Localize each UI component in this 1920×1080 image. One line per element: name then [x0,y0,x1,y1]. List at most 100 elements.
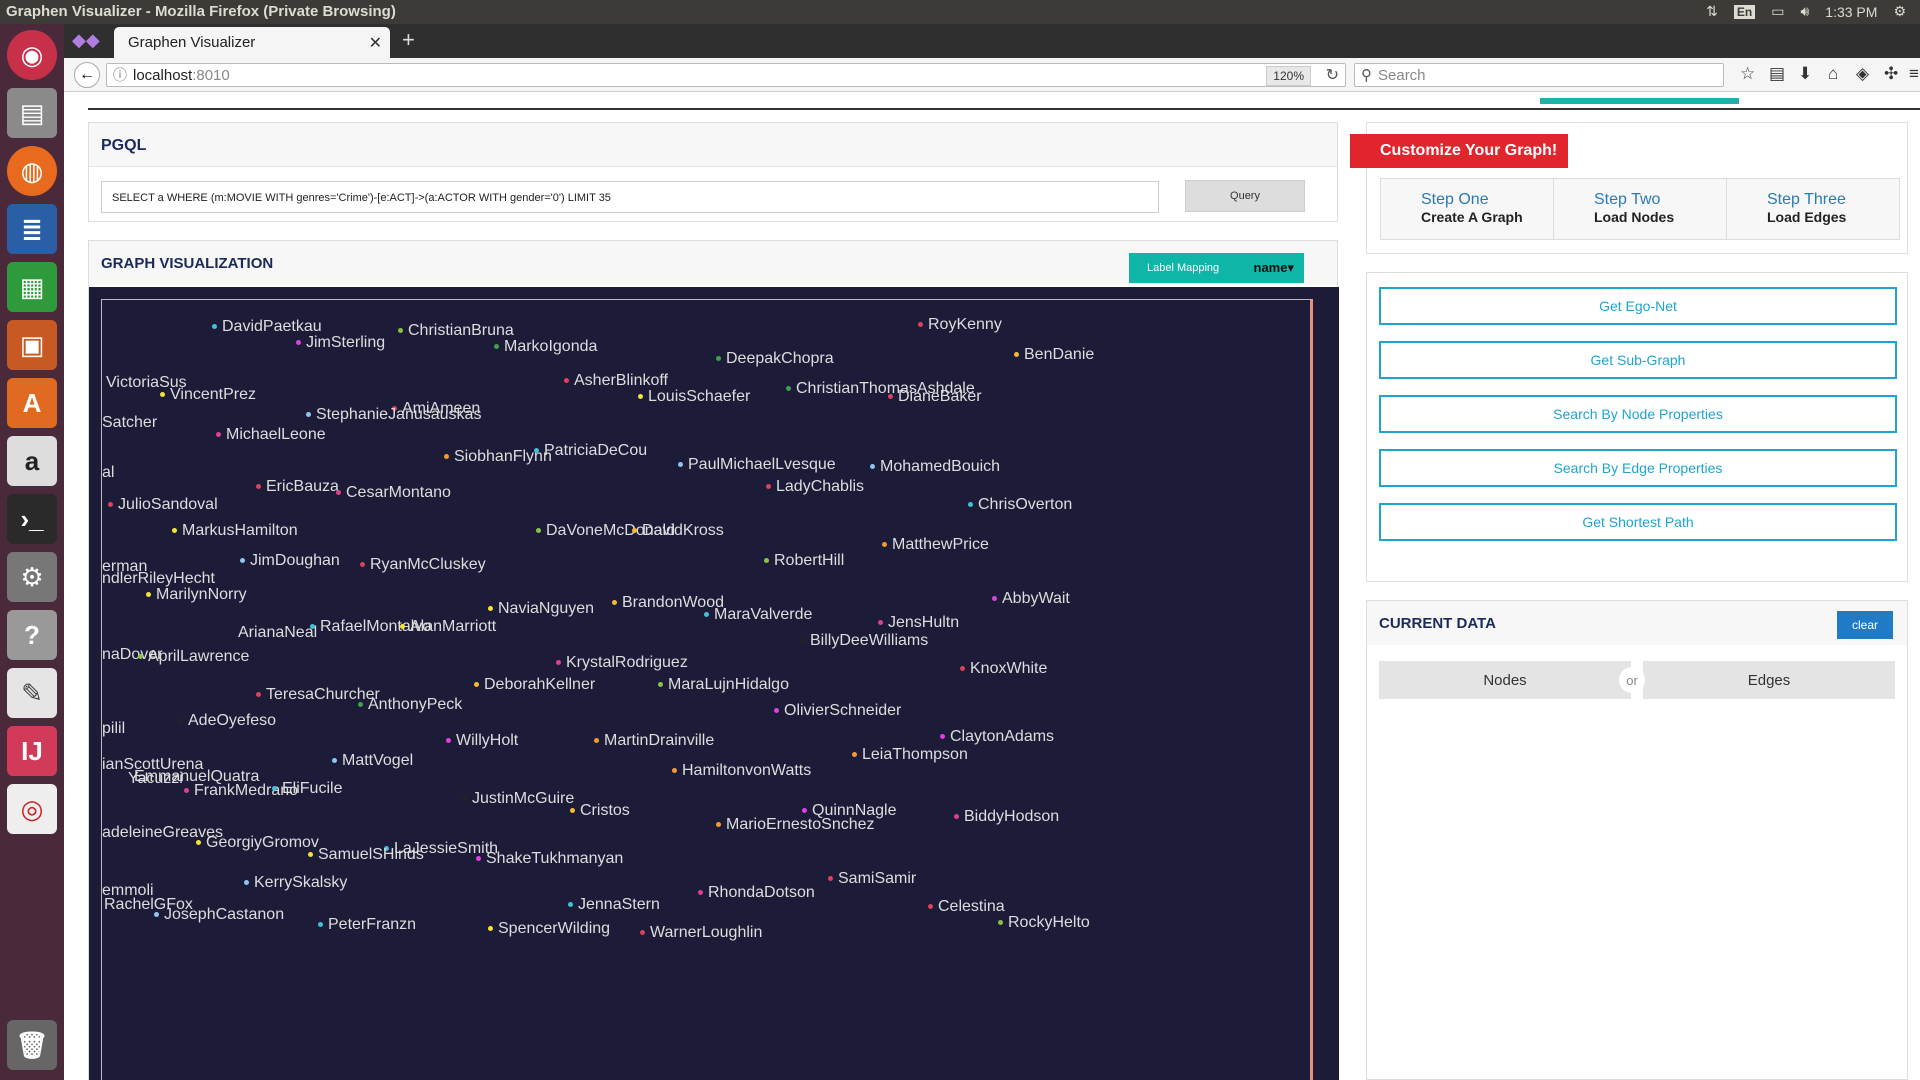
query-button[interactable]: Query [1185,180,1305,212]
graph-node[interactable]: MarilynNorry [146,586,247,604]
graph-node[interactable]: LadyChablis [766,478,864,496]
graph-node[interactable]: MarkoIgonda [494,338,597,356]
graph-node-dot[interactable] [308,852,313,858]
graph-node[interactable]: ShakeTukhmanyan [476,850,623,868]
graph-node[interactable]: pilil [102,720,125,738]
get-sub-graph-button[interactable]: Get Sub-Graph [1379,341,1897,379]
ubuntu-dash-icon[interactable]: ◉ [7,30,57,80]
home-icon[interactable]: ⌂ [1828,64,1838,84]
graph-node-dot[interactable] [556,660,561,666]
download-icon[interactable]: ⬇ [1798,64,1812,84]
graph-node-dot[interactable] [462,796,467,802]
graph-node-dot[interactable] [998,920,1003,926]
graph-node-dot[interactable] [310,624,315,630]
graph-node[interactable]: KnoxWhite [960,660,1047,678]
graph-node-dot[interactable] [336,490,341,496]
graph-node[interactable]: SamuelSHinds [308,846,424,864]
graph-node-dot[interactable] [488,606,493,612]
graph-node[interactable]: BenDanie [1014,346,1094,364]
graph-node-dot[interactable] [968,502,973,508]
graph-node-dot[interactable] [698,890,703,896]
graph-node-dot[interactable] [828,876,833,882]
graph-node[interactable]: Cristos [570,802,630,820]
clock[interactable]: 1:33 PM [1825,4,1877,20]
pgql-query-input[interactable]: SELECT a WHERE (m:MOVIE WITH genres='Cri… [101,181,1159,213]
graph-node[interactable]: MartinDrainville [594,732,714,750]
graph-node-dot[interactable] [960,666,965,672]
graph-node-dot[interactable] [992,596,997,602]
get-shortest-path-button[interactable]: Get Shortest Path [1379,503,1897,541]
graph-node[interactable]: MattVogel [332,752,413,770]
graph-node[interactable]: GeorgiyGromov [196,834,319,852]
graph-node[interactable]: StephanieJanusauskas [306,406,481,424]
graph-node[interactable]: BiddyHodson [954,808,1059,826]
graph-node[interactable]: HamiltonvonWatts [672,762,811,780]
graph-node-dot[interactable] [800,638,805,644]
graph-node[interactable]: RyanMcCluskey [360,556,486,574]
graph-node-dot[interactable] [640,930,645,936]
graph-node-dot[interactable] [704,612,709,618]
graph-node-dot[interactable] [272,786,277,792]
graph-node[interactable]: al [102,464,114,482]
graph-node[interactable]: JustinMcGuire [462,790,574,808]
step-two[interactable]: Step Two Load Nodes [1554,179,1727,239]
graph-canvas[interactable]: DavidPaetkau JimSterling ChristianBruna Mar… [89,287,1339,1080]
system-settings-icon[interactable]: ⚙ [7,552,57,602]
get-ego-net-button[interactable]: Get Ego-Net [1379,287,1897,325]
graph-node-dot[interactable] [954,814,959,820]
graph-frame[interactable]: DavidPaetkau JimSterling ChristianBruna Mar… [101,299,1313,1080]
battery-icon[interactable]: ▭ [1771,3,1784,20]
graph-node[interactable]: SpencerWilding [488,920,610,938]
graph-node-dot[interactable] [594,738,599,744]
graph-node[interactable]: CesarMontano [336,484,451,502]
intellij-icon[interactable]: IJ [7,726,57,776]
graph-node-dot[interactable] [212,324,217,330]
volume-icon[interactable]: 🔊︎ [1800,3,1809,20]
graph-node-dot[interactable] [332,758,337,764]
graph-node-dot[interactable] [940,734,945,740]
graph-node[interactable]: JimDoughan [240,552,340,570]
text-editor-icon[interactable]: ✎ [7,668,57,718]
graph-node-dot[interactable] [716,822,721,828]
calc-icon[interactable]: ▦ [7,262,57,312]
graph-node-dot[interactable] [570,808,575,814]
software-center-icon[interactable]: A [7,378,57,428]
trash-icon[interactable]: 🗑︎ [7,1020,57,1070]
graph-node-dot[interactable] [766,484,771,490]
graph-node-dot[interactable] [476,856,481,862]
graph-node[interactable]: RhondaDotson [698,884,815,902]
graph-node[interactable]: RobertHill [764,552,844,570]
graph-node-dot[interactable] [296,340,301,346]
graph-node[interactable]: KerrySkalsky [244,874,347,892]
new-tab-button[interactable]: + [402,27,415,53]
terminal-icon[interactable]: ›_ [7,494,57,544]
site-info-icon[interactable]: ⓘ [113,65,127,85]
graph-node[interactable]: AprilLawrence [138,648,249,666]
graph-node[interactable]: MaraValverde [704,606,812,624]
graph-node[interactable]: ArianaNeal [238,624,317,642]
graph-node[interactable]: AnthonyPeck [358,696,462,714]
graph-node-dot[interactable] [534,448,539,454]
graph-node[interactable]: DeborahKellner [474,676,595,694]
graph-node-dot[interactable] [488,926,493,932]
graph-node[interactable]: PeterFranzn [318,916,416,934]
reading-list-icon[interactable]: ▤ [1769,64,1785,84]
graph-node[interactable]: Celestina [928,898,1005,916]
graph-node-dot[interactable] [154,912,159,918]
graph-node-dot[interactable] [1014,352,1019,358]
graph-node[interactable]: MarkusHamilton [172,522,298,540]
graph-node-dot[interactable] [802,808,807,814]
graph-node[interactable]: JulioSandoval [108,496,218,514]
files-icon[interactable]: ▤ [7,88,57,138]
oracle-icon[interactable]: ◎ [7,784,57,834]
graph-node[interactable]: JimSterling [296,334,385,352]
back-button[interactable]: ← [74,62,100,88]
clear-button[interactable]: clear [1837,611,1893,639]
graph-node[interactable]: DeepakChopra [716,350,834,368]
graph-node[interactable]: WillyHolt [446,732,518,750]
graph-node[interactable]: DianeBaker [888,388,982,406]
nodes-tab[interactable]: Nodes [1379,661,1631,699]
graph-node[interactable]: AlanMarriott [400,618,496,636]
graph-node[interactable]: EliFucile [272,780,342,798]
graph-node-dot[interactable] [672,768,677,774]
